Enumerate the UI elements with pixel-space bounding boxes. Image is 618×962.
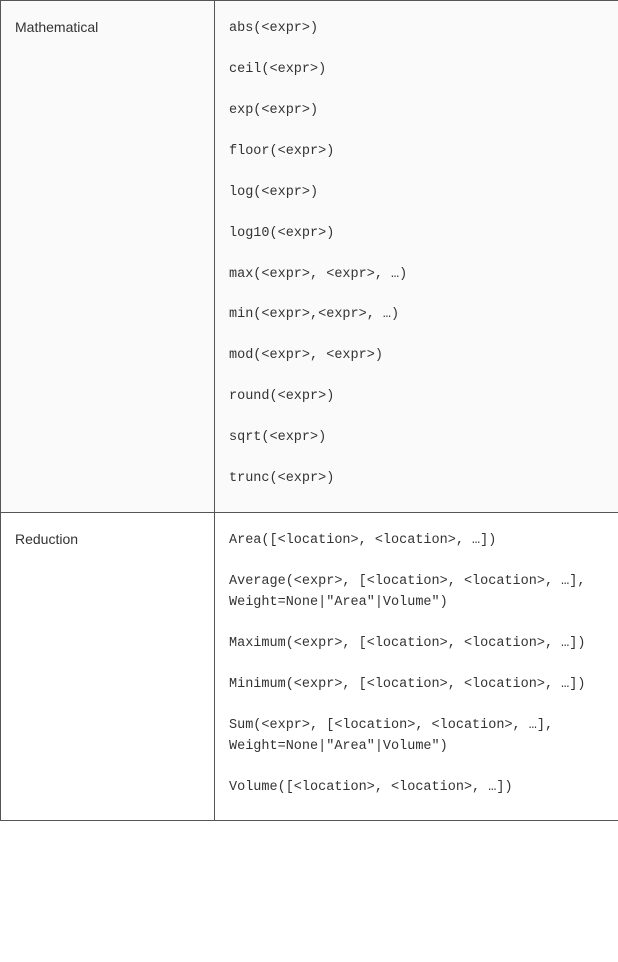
function-signature: log10(<expr>) xyxy=(229,224,604,245)
function-signature: ceil(<expr>) xyxy=(229,60,604,81)
function-signature: Maximum(<expr>, [<location>, <location>,… xyxy=(229,634,604,655)
category-cell-mathematical: Mathematical xyxy=(1,1,215,513)
table-row: Mathematical abs(<expr>) ceil(<expr>) ex… xyxy=(1,1,618,513)
function-reference-table: Mathematical abs(<expr>) ceil(<expr>) ex… xyxy=(0,0,618,821)
function-signature: Sum(<expr>, [<location>, <location>, …],… xyxy=(229,716,604,758)
function-signature: round(<expr>) xyxy=(229,387,604,408)
function-signature: exp(<expr>) xyxy=(229,101,604,122)
category-label: Mathematical xyxy=(15,19,98,35)
functions-cell-reduction: Area([<location>, <location>, …]) Averag… xyxy=(215,513,618,821)
function-signature: Average(<expr>, [<location>, <location>,… xyxy=(229,572,604,614)
function-signature: Minimum(<expr>, [<location>, <location>,… xyxy=(229,675,604,696)
function-signature: mod(<expr>, <expr>) xyxy=(229,346,604,367)
table-row: Reduction Area([<location>, <location>, … xyxy=(1,513,618,821)
category-label: Reduction xyxy=(15,531,78,547)
function-signature: Area([<location>, <location>, …]) xyxy=(229,531,604,552)
category-cell-reduction: Reduction xyxy=(1,513,215,821)
function-signature: max(<expr>, <expr>, …) xyxy=(229,265,604,286)
function-signature: abs(<expr>) xyxy=(229,19,604,40)
function-signature: trunc(<expr>) xyxy=(229,469,604,490)
function-signature: min(<expr>,<expr>, …) xyxy=(229,305,604,326)
function-signature: floor(<expr>) xyxy=(229,142,604,163)
function-signature: log(<expr>) xyxy=(229,183,604,204)
function-signature: sqrt(<expr>) xyxy=(229,428,604,449)
function-signature: Volume([<location>, <location>, …]) xyxy=(229,778,604,799)
functions-cell-mathematical: abs(<expr>) ceil(<expr>) exp(<expr>) flo… xyxy=(215,1,618,513)
